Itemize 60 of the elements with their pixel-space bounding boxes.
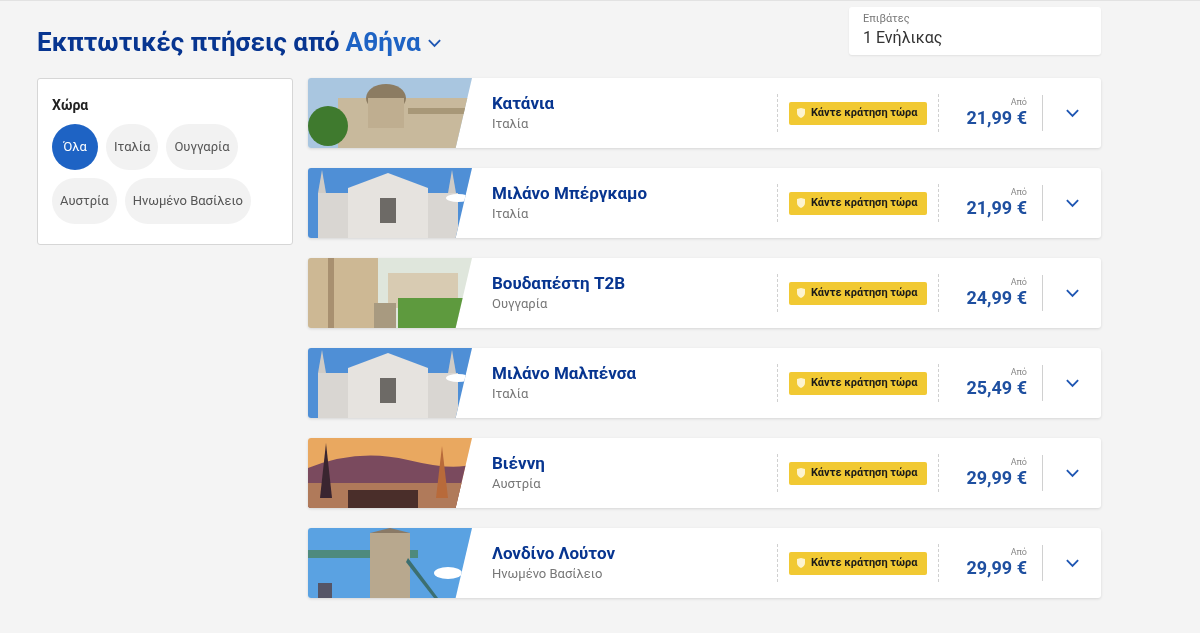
shield-icon xyxy=(797,198,805,208)
shield-icon xyxy=(797,108,805,118)
destination-country: Ουγγαρία xyxy=(492,295,549,314)
book-now-text: Κάντε κράτηση τώρα xyxy=(811,464,918,481)
country-chip[interactable]: Ηνωμένο Βασίλειο xyxy=(124,178,252,224)
book-now-text: Κάντε κράτηση τώρα xyxy=(811,284,918,301)
flight-card[interactable]: Λονδίνο Λούτον Ηνωμένο Βασίλειο Κάντε κράτηση τώρα Από 29,99 € xyxy=(308,528,1101,598)
shield-icon xyxy=(797,378,805,388)
chevron-down-icon xyxy=(1064,468,1080,478)
city-dropdown[interactable]: Αθήνα xyxy=(345,23,442,62)
price: 21,99 € xyxy=(966,197,1027,219)
book-now-text: Κάντε κράτηση τώρα xyxy=(811,104,918,121)
price: 24,99 € xyxy=(966,287,1027,309)
destination-country: Ηνωμένο Βασίλειο xyxy=(492,565,604,584)
flight-card[interactable]: Βουδαπέστη T2B Ουγγαρία Κάντε κράτηση τώρα Από 24,99 € xyxy=(308,258,1101,328)
destination-name: Μιλάνο Μπέργκαμο xyxy=(492,182,649,205)
country-chip[interactable]: Όλα xyxy=(52,124,98,170)
price: 25,49 € xyxy=(966,377,1027,399)
passengers-value: 1 Ενήλικας xyxy=(863,27,944,48)
chevron-down-icon xyxy=(1064,558,1080,568)
chevron-down-icon xyxy=(1064,288,1080,298)
shield-icon xyxy=(797,558,805,568)
from-label: Από xyxy=(1010,367,1027,377)
destination-country: Ιταλία xyxy=(492,205,530,224)
chevron-down-icon xyxy=(1064,108,1080,118)
destination-name: Βιέννη xyxy=(492,452,546,475)
from-label: Από xyxy=(1010,277,1027,287)
flight-card[interactable]: Μιλάνο Μαλπένσα Ιταλία Κάντε κράτηση τώρα Από 25,49 € xyxy=(308,348,1101,418)
destination-country: Ιταλία xyxy=(492,385,530,404)
passengers-field[interactable]: Επιβάτες 1 Ενήλικας xyxy=(849,7,1101,55)
chevron-down-icon xyxy=(426,37,442,48)
flight-card[interactable]: Βιέννη Αυστρία Κάντε κράτηση τώρα Από 29,99 € xyxy=(308,438,1101,508)
flight-card[interactable]: Κατάνια Ιταλία Κάντε κράτηση τώρα Από 21,99 € xyxy=(308,78,1101,148)
chevron-down-icon xyxy=(1064,378,1080,388)
price: 21,99 € xyxy=(966,107,1027,129)
country-chip[interactable]: Ουγγαρία xyxy=(166,124,238,170)
country-chip[interactable]: Ιταλία xyxy=(106,124,159,170)
passengers-label: Επιβάτες xyxy=(863,11,911,27)
from-label: Από xyxy=(1010,97,1027,107)
book-now-text: Κάντε κράτηση τώρα xyxy=(811,194,918,211)
destination-name: Λονδίνο Λούτον xyxy=(492,542,617,565)
book-now-text: Κάντε κράτηση τώρα xyxy=(811,554,918,571)
shield-icon xyxy=(797,468,805,478)
from-label: Από xyxy=(1010,187,1027,197)
price: 29,99 € xyxy=(966,557,1027,579)
page-title: Εκπτωτικές πτήσεις από xyxy=(37,26,340,59)
from-label: Από xyxy=(1010,457,1027,467)
chevron-down-icon xyxy=(1064,198,1080,208)
destination-country: Αυστρία xyxy=(492,475,542,494)
destination-country: Ιταλία xyxy=(492,115,530,134)
destination-name: Μιλάνο Μαλπένσα xyxy=(492,362,638,385)
destination-name: Βουδαπέστη T2B xyxy=(492,272,627,295)
country-chip[interactable]: Αυστρία xyxy=(52,178,117,224)
flight-card[interactable]: Μιλάνο Μπέργκαμο Ιταλία Κάντε κράτηση τώρα Από 21,99 € xyxy=(308,168,1101,238)
price: 29,99 € xyxy=(966,467,1027,489)
destination-name: Κατάνια xyxy=(492,92,556,115)
shield-icon xyxy=(797,288,805,298)
filter-title: Χώρα xyxy=(52,96,90,115)
from-label: Από xyxy=(1010,547,1027,557)
book-now-text: Κάντε κράτηση τώρα xyxy=(811,374,918,391)
